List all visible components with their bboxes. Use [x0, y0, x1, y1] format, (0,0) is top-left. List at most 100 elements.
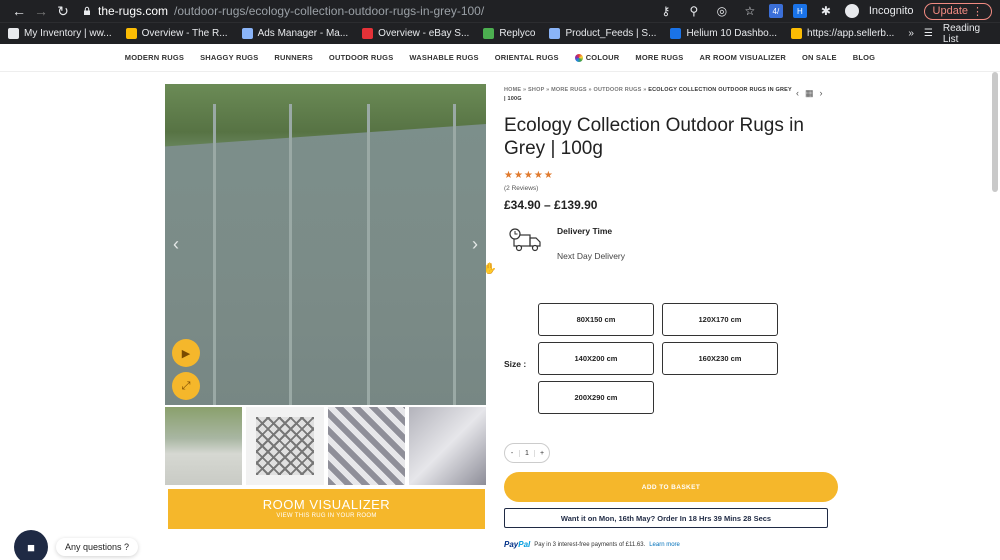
delivery-truck-icon	[509, 228, 541, 252]
add-to-basket-button[interactable]: ADD TO BASKET	[504, 472, 838, 502]
main-nav: MODERN RUGS SHAGGY RUGS RUNNERS OUTDOOR RUG…	[0, 44, 1000, 72]
nav-item-blog[interactable]: BLOG	[853, 53, 875, 62]
breadcrumb-shop[interactable]: SHOP	[528, 87, 544, 93]
prev-product-icon[interactable]: ‹	[796, 88, 799, 99]
ebay-icon	[362, 28, 374, 39]
nav-item-shaggy-rugs[interactable]: SHAGGY RUGS	[200, 53, 258, 62]
play-video-icon[interactable]: ▶	[172, 339, 200, 367]
thumbnail-image[interactable]	[246, 407, 324, 485]
nav-item-label: AR ROOM VISUALIZER	[699, 53, 786, 62]
breadcrumb-home[interactable]: HOME	[504, 87, 521, 93]
bookmark-label: My Inventory | ww...	[24, 28, 112, 39]
visualizer-sub-label: VIEW THIS RUG IN YOUR ROOM	[276, 513, 377, 519]
breadcrumb-more[interactable]: MORE RUGS	[551, 87, 587, 93]
bookmarks-bar: My Inventory | ww... Overview - The R... A…	[0, 22, 1000, 45]
replyco-icon	[483, 28, 495, 39]
key-icon[interactable]: ⚷	[657, 2, 675, 20]
reading-list-label[interactable]: Reading List	[943, 23, 992, 45]
incognito-label: Incognito	[868, 5, 914, 17]
profile-avatar[interactable]	[844, 4, 859, 18]
bookmark-item[interactable]: My Inventory | ww...	[8, 28, 112, 39]
breadcrumb: HOME » SHOP » MORE RUGS » OUTDOOR RUGS »…	[504, 86, 794, 104]
reading-list-icon[interactable]: ☰	[924, 28, 933, 39]
thumbnail-image[interactable]	[408, 407, 487, 485]
feeds-icon	[549, 28, 561, 39]
puzzle-icon[interactable]: ✱	[817, 2, 835, 20]
delivery-subtitle: Next Day Delivery	[557, 251, 626, 261]
bookmark-label: Overview - The R...	[141, 28, 228, 39]
url-path: /outdoor-rugs/ecology-collection-outdoor…	[174, 4, 485, 18]
chat-question[interactable]: Any questions ?	[56, 538, 139, 556]
fullscreen-icon[interactable]: ⤢	[172, 372, 200, 400]
update-label: Update	[932, 5, 968, 17]
paypal-logo: PayPal	[504, 540, 531, 549]
thumbnail-image[interactable]	[165, 407, 243, 485]
bookmark-item[interactable]: Replyco	[483, 28, 535, 39]
room-visualizer-button[interactable]: ROOM VISUALIZER VIEW THIS RUG IN YOUR RO…	[168, 489, 485, 529]
nav-item-ar-room-visualizer[interactable]: AR ROOM VISUALIZER	[699, 53, 786, 62]
delivery-title: Delivery Time	[557, 226, 613, 236]
bookmark-item[interactable]: Product_Feeds | S...	[549, 28, 656, 39]
nav-item-outdoor-rugs[interactable]: OUTDOOR RUGS	[329, 53, 393, 62]
breadcrumb-category[interactable]: OUTDOOR RUGS	[594, 87, 642, 93]
size-option[interactable]: 80X150 cm	[538, 303, 654, 336]
back-arrow-icon[interactable]: ←	[8, 0, 30, 22]
forward-arrow-icon[interactable]: →	[30, 0, 52, 22]
nav-item-runners[interactable]: RUNNERS	[274, 53, 313, 62]
extension-icon[interactable]: H	[792, 4, 807, 18]
eye-off-icon[interactable]: ◎	[713, 2, 731, 20]
nav-item-label: WASHABLE RUGS	[409, 53, 479, 62]
size-option[interactable]: 120X170 cm	[662, 303, 778, 336]
gallery-prev-icon[interactable]: ‹	[173, 234, 179, 255]
nav-item-washable-rugs[interactable]: WASHABLE RUGS	[409, 53, 478, 62]
breadcrumb-separator: »	[546, 87, 550, 93]
update-button[interactable]: Update ⋮	[923, 2, 992, 20]
bookmark-item[interactable]: Overview - eBay S...	[362, 28, 469, 39]
grid-icon[interactable]: ▦	[805, 88, 814, 99]
next-product-icon[interactable]: ›	[820, 88, 823, 99]
qty-plus-button[interactable]: +	[535, 450, 549, 457]
chat-icon[interactable]: ■	[14, 530, 48, 560]
paypal-learn-more[interactable]: Learn more	[649, 542, 680, 548]
size-option[interactable]: 140X200 cm	[538, 342, 654, 375]
address-bar[interactable]: the-rugs.com/outdoor-rugs/ecology-collec…	[82, 4, 657, 18]
bookmark-star-icon[interactable]: ☆	[741, 2, 759, 20]
qty-minus-button[interactable]: -	[505, 450, 519, 457]
quantity-stepper: - 1 +	[504, 443, 550, 463]
nav-item-more-rugs[interactable]: MORE RUGS	[635, 53, 683, 62]
breadcrumb-separator: »	[523, 87, 527, 93]
product-main-image[interactable]: ‹ › ▶ ⤢	[165, 84, 486, 405]
bookmark-label: Overview - eBay S...	[378, 28, 470, 39]
extension-icon[interactable]: 4/	[768, 4, 783, 18]
bookmarks-more[interactable]: »	[908, 28, 914, 39]
nav-item-modern-rugs[interactable]: MODERN RUGS	[125, 53, 184, 62]
zoom-icon[interactable]: ⚲	[685, 2, 703, 20]
helium-icon	[670, 28, 682, 39]
size-option[interactable]: 160X230 cm	[662, 342, 778, 375]
hand-cursor-icon: ✋	[483, 263, 497, 275]
refresh-icon	[8, 28, 19, 39]
nav-item-oriental-rugs[interactable]: ORIENTAL RUGS	[495, 53, 559, 62]
gallery-next-icon[interactable]: ›	[472, 234, 478, 255]
bookmark-item[interactable]: https://app.sellerb...	[791, 28, 894, 39]
ads-icon	[241, 28, 253, 39]
bookmark-item[interactable]: Helium 10 Dashbo...	[670, 28, 777, 39]
more-vert-icon: ⋮	[972, 5, 983, 18]
paypal-message: PayPal Pay in 3 interest-free payments o…	[504, 540, 680, 549]
nav-item-label: SHAGGY RUGS	[200, 53, 259, 62]
rating-stars: ★★★★★	[504, 170, 554, 181]
bookmark-item[interactable]: Ads Manager - Ma...	[241, 28, 348, 39]
delivery-countdown: Want it on Mon, 16th May? Order In 18 Hr…	[504, 508, 828, 528]
review-count[interactable]: (2 Reviews)	[504, 185, 538, 192]
browser-toolbar: ← → ↻ the-rugs.com/outdoor-rugs/ecology-…	[0, 0, 1000, 22]
reload-icon[interactable]: ↻	[52, 0, 74, 22]
nav-item-colour[interactable]: COLOUR	[574, 53, 620, 62]
scrollbar[interactable]	[992, 72, 998, 192]
nav-item-on-sale[interactable]: ON SALE	[802, 53, 837, 62]
qty-input[interactable]: 1	[519, 449, 535, 457]
thumbnail-strip	[165, 407, 487, 485]
size-option[interactable]: 200X290 cm	[538, 381, 654, 414]
bookmark-label: Replyco	[499, 28, 536, 39]
bookmark-item[interactable]: Overview - The R...	[125, 28, 228, 39]
thumbnail-image[interactable]	[327, 407, 405, 485]
